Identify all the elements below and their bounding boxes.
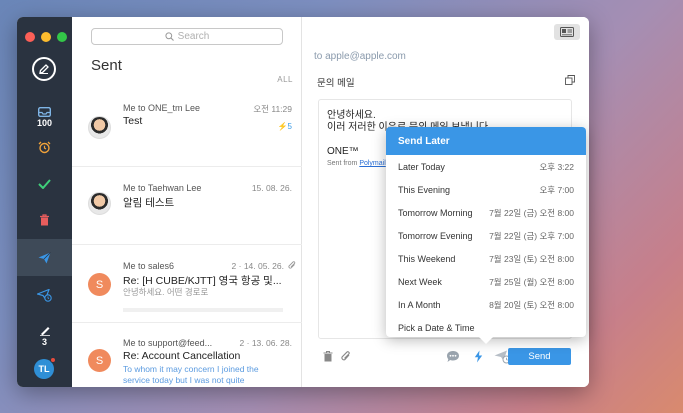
- copy-icon[interactable]: [565, 75, 575, 85]
- option-label: In A Month: [398, 299, 441, 310]
- sidebar-item-inbox[interactable]: 100: [17, 103, 72, 131]
- message-date: 오전 11:29: [253, 104, 292, 114]
- message-list-panel: Search Sent ALL Me to ONE_tm Lee 오전 11:2…: [72, 17, 302, 387]
- option-label: This Evening: [398, 184, 451, 195]
- window-controls: [25, 32, 67, 42]
- send-later-option-tomorrow-morning[interactable]: Tomorrow Morning 7월 22일 (금) 오전 8:00: [386, 201, 586, 224]
- lightning-icon: ⚡: [277, 122, 288, 131]
- send-later-option-next-week[interactable]: Next Week 7월 25일 (월) 오전 8:00: [386, 270, 586, 293]
- minimize-window-button[interactable]: [41, 32, 51, 42]
- contact-avatar: [88, 116, 111, 139]
- sidebar-item-scheduled[interactable]: [17, 284, 72, 306]
- option-time: 7월 23일 (토) 오전 8:00: [489, 253, 574, 264]
- send-later-option-in-a-month[interactable]: In A Month 8월 20일 (토) 오전 8:00: [386, 293, 586, 316]
- message-date: 2 · 14. 05. 26.: [232, 261, 284, 271]
- chat-bubble-icon[interactable]: [446, 350, 460, 363]
- body-line: 안녕하세요.: [327, 110, 376, 121]
- option-time: 7월 22일 (금) 오후 7:00: [489, 230, 574, 241]
- message-from: Me to Taehwan Lee: [123, 183, 202, 193]
- option-label: Next Week: [398, 276, 442, 287]
- folder-title: Sent: [91, 57, 122, 74]
- option-label: Pick a Date & Time: [398, 322, 475, 333]
- contact-avatar: [88, 192, 111, 215]
- checkmark-icon: [38, 179, 51, 189]
- contact-avatar: S: [88, 349, 111, 372]
- sidebar-item-trash[interactable]: [17, 210, 72, 230]
- attachment-icon: [288, 261, 296, 269]
- message-subject: Re: Account Cancellation: [123, 350, 241, 362]
- message-subject: 알림 테스트: [123, 197, 175, 209]
- notification-dot: [50, 357, 56, 363]
- option-time: 7월 22일 (금) 오전 8:00: [489, 207, 574, 218]
- option-label: Later Today: [398, 161, 445, 172]
- inbox-icon: [38, 106, 51, 117]
- filter-all-button[interactable]: ALL: [277, 75, 293, 84]
- paperclip-icon[interactable]: [341, 351, 351, 362]
- option-time: 8월 20일 (토) 오전 8:00: [489, 299, 574, 310]
- preview-divider: [123, 308, 283, 312]
- send-later-option-this-evening[interactable]: This Evening 오후 7:00: [386, 178, 586, 201]
- list-item[interactable]: S Me to support@feed... 2 · 13. 06. 28. …: [72, 323, 302, 387]
- message-from: Me to sales6: [123, 261, 175, 271]
- contact-avatar: S: [88, 273, 111, 296]
- list-item[interactable]: S Me to sales6 2 · 14. 05. 26. Re: [H CU…: [72, 245, 302, 323]
- sidebar-item-drafts[interactable]: 3: [17, 323, 72, 349]
- send-later-option-tomorrow-evening[interactable]: Tomorrow Evening 7월 22일 (금) 오후 7:00: [386, 224, 586, 247]
- send-later-menu: Send Later Later Today 오후 3:22 This Even…: [386, 127, 586, 344]
- message-preview: 안녕하세요. 어떤 경로로: [123, 287, 209, 297]
- contact-card-button[interactable]: [554, 24, 580, 40]
- sidebar-item-snoozed[interactable]: [17, 137, 72, 157]
- option-time: 7월 25일 (월) 오전 8:00: [489, 276, 574, 287]
- signature-prefix: Sent from: [327, 160, 358, 167]
- message-subject: Test: [123, 115, 143, 127]
- message-preview: To whom it may concern I joined the serv…: [123, 364, 259, 385]
- trash-icon: [40, 214, 49, 226]
- send-later-option-later-today[interactable]: Later Today 오후 3:22: [386, 155, 586, 178]
- tracking-count: 5: [287, 122, 292, 131]
- paper-plane-icon: [38, 251, 51, 263]
- sidebar: 100 3 TL: [17, 17, 72, 387]
- pencil-icon: [39, 64, 49, 74]
- list-item[interactable]: Me to Taehwan Lee 15. 08. 26. 알림 테스트: [72, 167, 302, 245]
- option-label: Tomorrow Morning: [398, 207, 473, 218]
- message-date: 2 · 13. 06. 28.: [239, 338, 292, 348]
- signature-link[interactable]: Polymail: [359, 160, 385, 167]
- option-time: 오후 3:22: [539, 161, 574, 172]
- option-time: 오후 7:00: [539, 184, 574, 195]
- recipient-field[interactable]: to apple@apple.com: [314, 51, 406, 62]
- contact-card-icon: [560, 27, 574, 37]
- draft-pencil-icon: [39, 326, 50, 336]
- send-button[interactable]: Send: [508, 348, 571, 365]
- send-later-header: Send Later: [386, 127, 586, 155]
- lightning-icon[interactable]: [474, 350, 483, 363]
- inbox-count: 100: [36, 117, 53, 128]
- compose-button[interactable]: [32, 57, 56, 81]
- option-label: This Weekend: [398, 253, 456, 264]
- search-placeholder: Search: [177, 31, 210, 42]
- sidebar-item-done[interactable]: [17, 174, 72, 194]
- close-window-button[interactable]: [25, 32, 35, 42]
- alarm-clock-icon: [38, 141, 51, 153]
- list-item[interactable]: Me to ONE_tm Lee 오전 11:29 Test ⚡5: [72, 89, 302, 167]
- popup-caret: [479, 337, 493, 344]
- trash-icon[interactable]: [323, 351, 333, 362]
- search-input[interactable]: Search: [91, 28, 283, 45]
- zoom-window-button[interactable]: [57, 32, 67, 42]
- message-from: Me to support@feed...: [123, 338, 213, 348]
- message-date: 15. 08. 26.: [251, 183, 292, 193]
- send-later-option-this-weekend[interactable]: This Weekend 7월 23일 (토) 오전 8:00: [386, 247, 586, 270]
- send-later-option-pick-date[interactable]: Pick a Date & Time: [386, 316, 586, 339]
- message-date-text: 2 · 14. 05. 26.: [231, 261, 284, 271]
- drafts-count: 3: [41, 336, 47, 347]
- tracking-badge: ⚡5: [278, 122, 292, 131]
- message-subject: Re: [H CUBE/KJTT] 영국 항공 및...: [123, 275, 282, 287]
- subject-field[interactable]: 문의 메일: [317, 75, 355, 89]
- message-from: Me to ONE_tm Lee: [123, 103, 201, 113]
- option-label: Tomorrow Evening: [398, 230, 473, 241]
- sidebar-item-sent[interactable]: [17, 239, 72, 276]
- search-icon: [165, 32, 174, 41]
- scheduled-send-icon: [37, 288, 52, 302]
